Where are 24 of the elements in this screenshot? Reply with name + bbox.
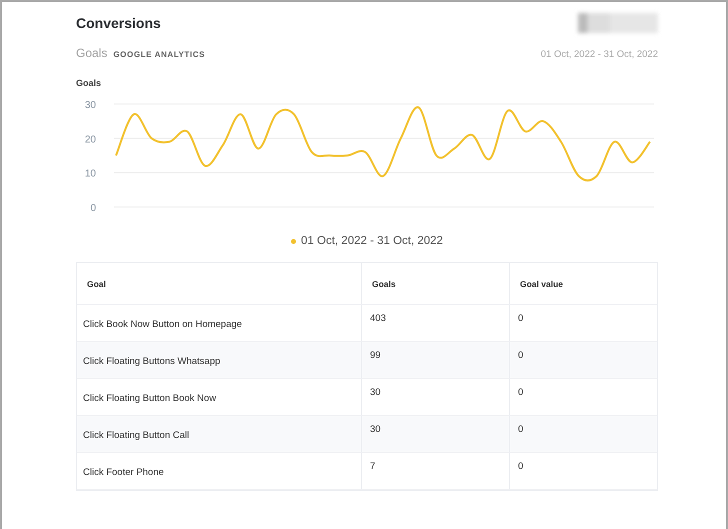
y-tick-label: 20 — [84, 134, 96, 146]
date-range: 01 Oct, 2022 - 31 Oct, 2022 — [540, 49, 658, 60]
table-cell: Click Floating Buttons Whatsapp — [77, 342, 362, 379]
source-label: GOOGLE ANALYTICS — [113, 50, 206, 59]
table-cell: 30 — [362, 416, 510, 453]
column-header: Goals — [362, 263, 510, 305]
y-tick-label: 30 — [84, 100, 96, 111]
legend-label: 01 Oct, 2022 - 31 Oct, 2022 — [301, 235, 443, 247]
chart-label: Goals — [76, 78, 102, 88]
section-title: Goals — [76, 46, 108, 60]
column-header: Goal — [77, 263, 362, 305]
panel-title: Conversions — [76, 15, 161, 31]
y-tick-label: 10 — [84, 168, 96, 180]
y-tick-label: 0 — [90, 203, 96, 214]
table-cell: 30 — [362, 379, 510, 416]
table-cell: Click Floating Button Book Now — [77, 379, 362, 416]
table-cell: 0 — [510, 416, 657, 453]
table-cell: 99 — [362, 342, 510, 379]
table-cell: Click Book Now Button on Homepage — [77, 305, 362, 342]
table-cell: Click Floating Button Call — [77, 416, 362, 453]
table-cell: Click Footer Phone — [77, 453, 362, 490]
table-cell: 7 — [362, 453, 510, 490]
table-cell: 0 — [510, 342, 657, 379]
table-cell: 403 — [362, 305, 510, 342]
